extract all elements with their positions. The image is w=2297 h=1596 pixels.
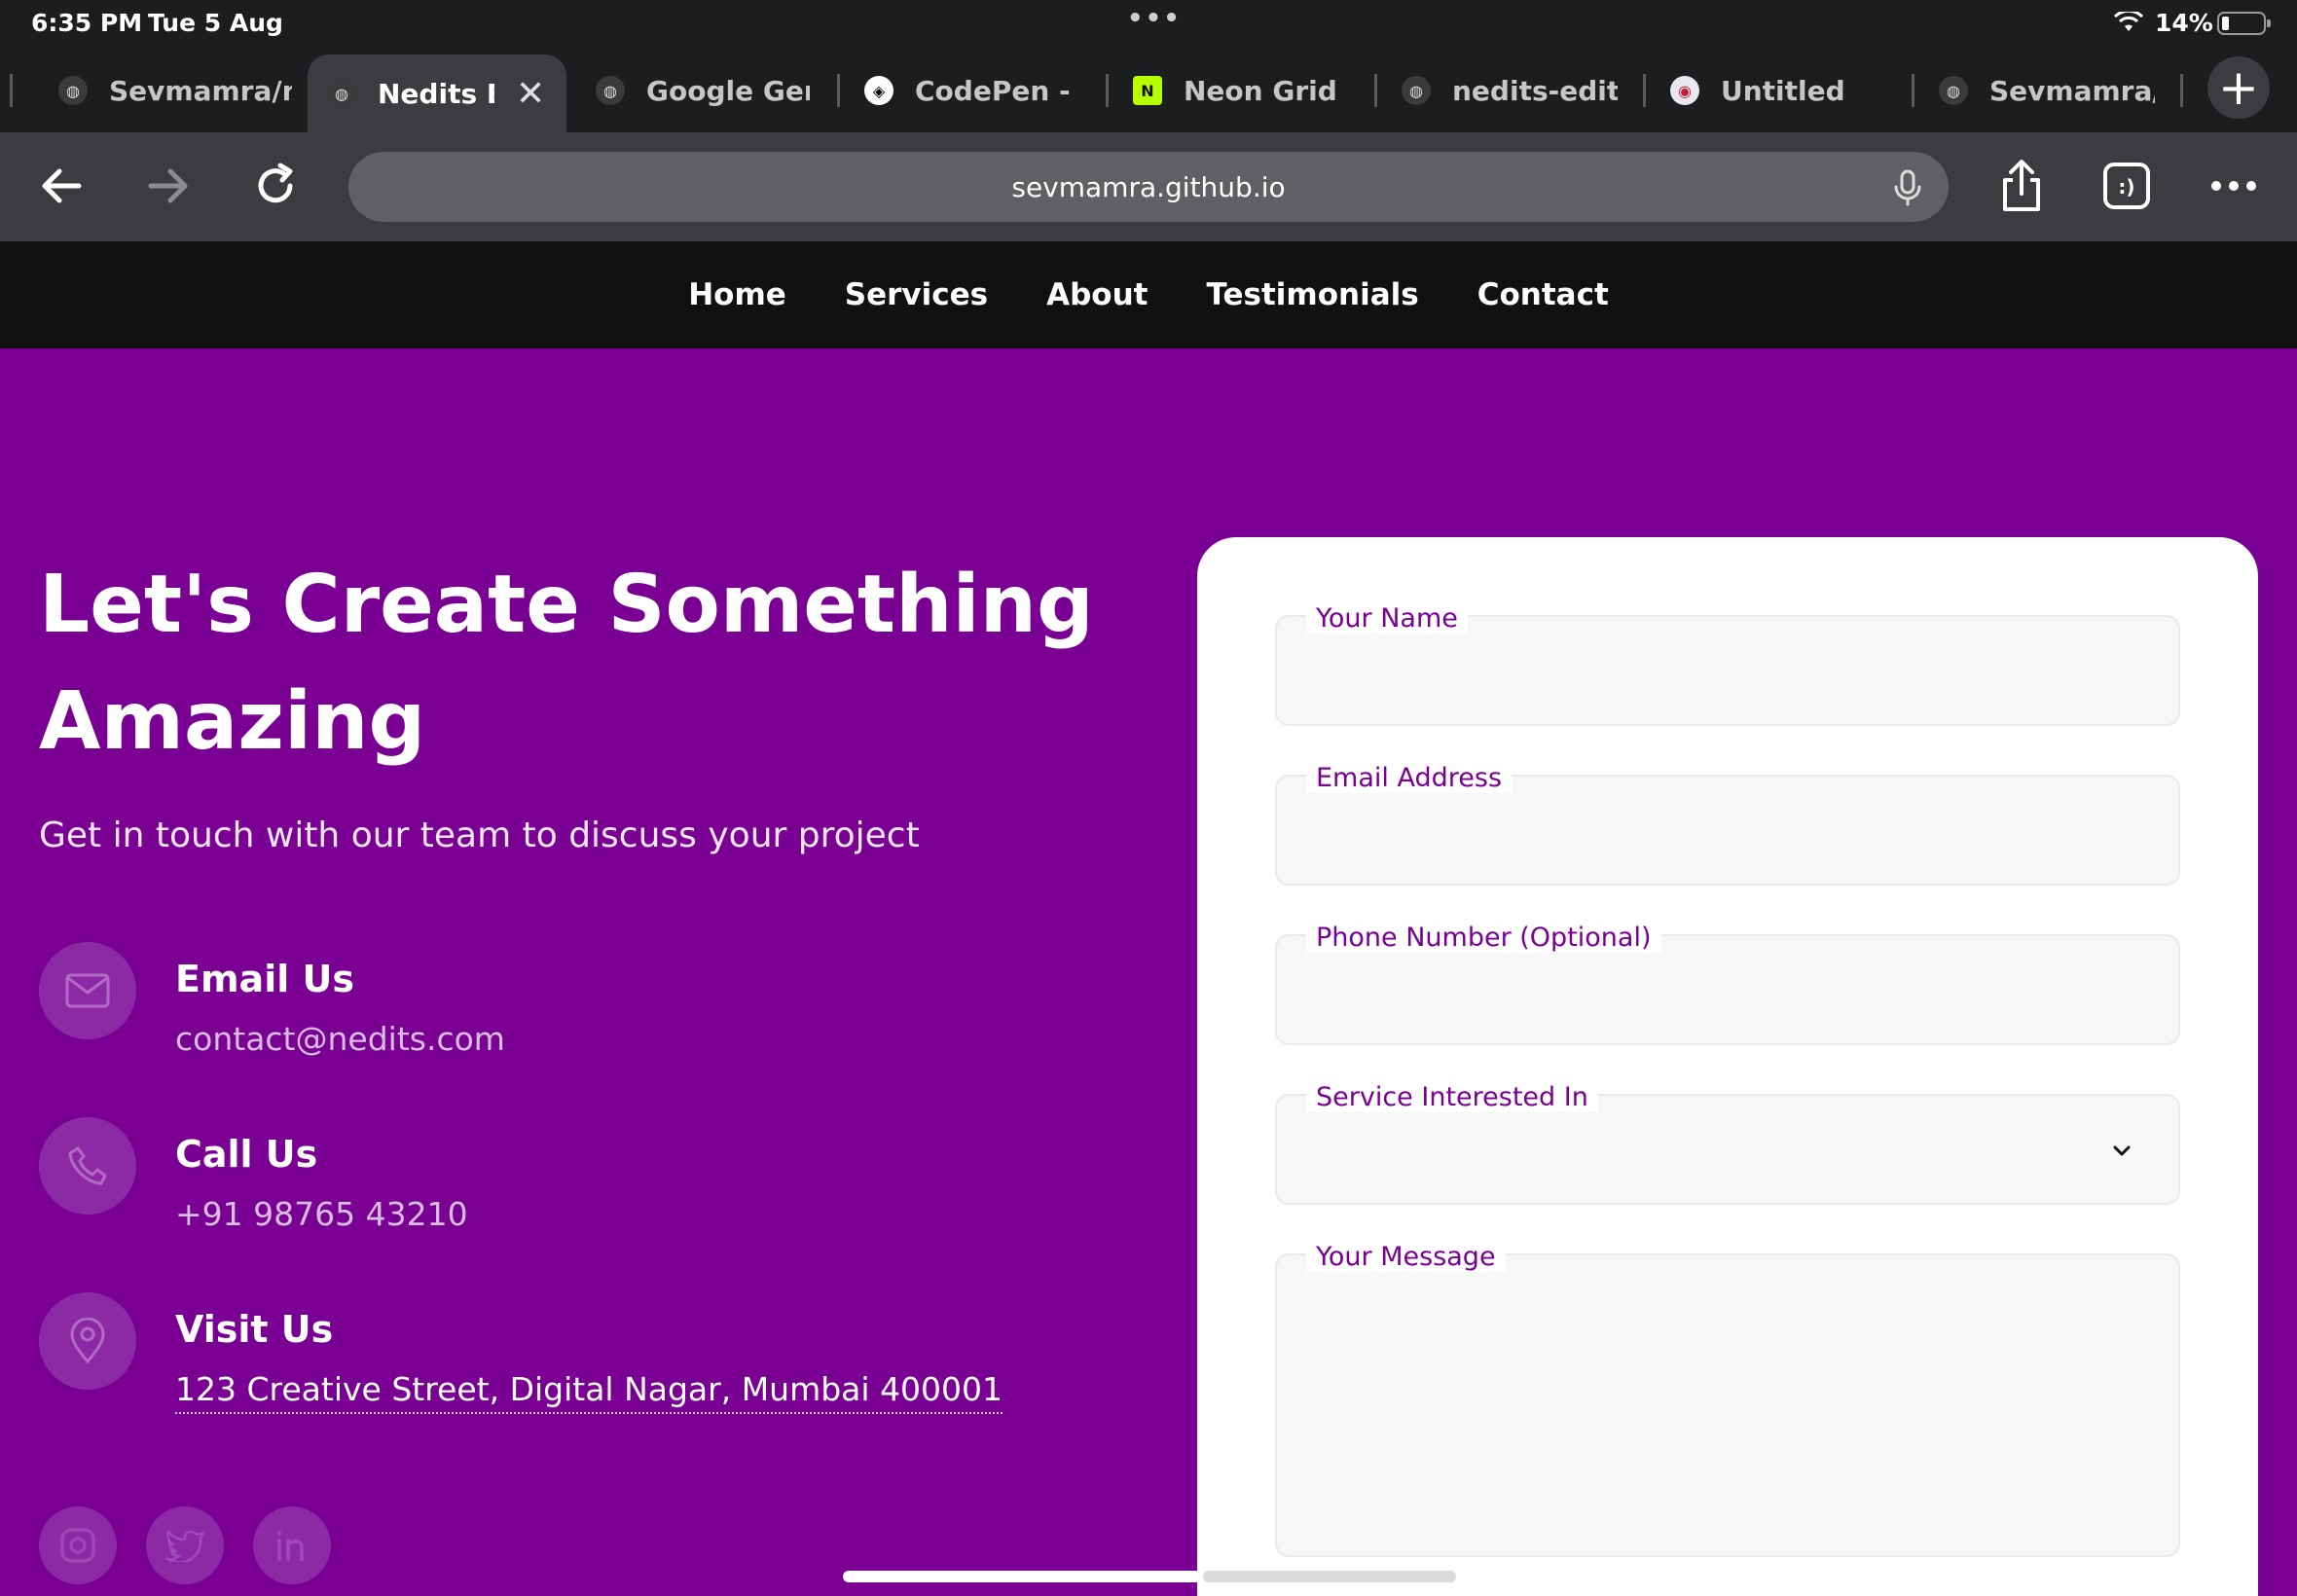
email-field[interactable]: Email Address xyxy=(1275,763,2180,886)
tab-5[interactable]: ◍ nedits-editio xyxy=(1402,54,1618,127)
globe-icon: ◍ xyxy=(596,76,625,105)
contact-form: Your Name Email Address Phone Number (Op… xyxy=(1197,537,2258,1596)
tab-label: nedits-editio xyxy=(1452,74,1618,107)
name-field[interactable]: Your Name xyxy=(1275,603,2180,726)
tab-label: Nedits E xyxy=(378,77,494,110)
address-info: Visit Us 123 Creative Street, Digital Na… xyxy=(39,1292,1110,1429)
nav-about[interactable]: About xyxy=(1046,277,1148,312)
phone-value[interactable]: +91 98765 43210 xyxy=(175,1195,468,1233)
microphone-icon[interactable] xyxy=(1886,165,1929,208)
nav-services[interactable]: Services xyxy=(845,277,988,312)
home-indicator[interactable] xyxy=(843,1571,1456,1582)
tab-3[interactable]: ◈ CodePen - A xyxy=(864,54,1078,127)
name-label: Your Name xyxy=(1306,603,1468,634)
address-title: Visit Us xyxy=(175,1308,334,1351)
forward-button[interactable] xyxy=(138,156,199,216)
tab-label: Neon Grid | E xyxy=(1184,74,1347,107)
new-tab-button[interactable]: + xyxy=(2207,56,2270,119)
address-bar-url: sevmamra.github.io xyxy=(1011,170,1286,203)
instagram-icon[interactable] xyxy=(39,1506,117,1584)
tab-separator xyxy=(837,74,840,107)
tab-separator xyxy=(2180,74,2183,107)
svg-text::): :) xyxy=(2118,175,2134,199)
nav-contact[interactable]: Contact xyxy=(1477,277,1609,312)
email-title: Email Us xyxy=(175,958,354,1000)
email-value[interactable]: contact@nedits.com xyxy=(175,1020,505,1058)
linkedin-icon[interactable] xyxy=(253,1506,331,1584)
phone-label: Phone Number (Optional) xyxy=(1306,923,1661,953)
globe-icon: ◍ xyxy=(1939,76,1968,105)
wifi-icon xyxy=(2114,12,2143,31)
tab-6[interactable]: ◉ Untitled xyxy=(1670,54,1904,127)
nav-home[interactable]: Home xyxy=(688,277,786,312)
share-button[interactable] xyxy=(1991,156,2052,216)
mail-icon xyxy=(39,942,136,1039)
codepen-icon: ◈ xyxy=(864,76,893,105)
tab-label: Sevmamra/n xyxy=(109,74,292,107)
message-label: Your Message xyxy=(1306,1242,1506,1272)
site-nav: Home Services About Testimonials Contact xyxy=(0,241,2297,348)
email-label: Email Address xyxy=(1306,763,1513,793)
chevron-down-icon xyxy=(2113,1145,2131,1156)
tab-separator xyxy=(1106,74,1109,107)
reload-icon xyxy=(258,163,293,203)
tab-separator xyxy=(1912,74,1914,107)
contact-section: Let's Create Something Amazing Get in to… xyxy=(0,348,2297,1596)
share-icon xyxy=(2003,160,2040,211)
phone-title: Call Us xyxy=(175,1133,318,1176)
tab-7[interactable]: ◍ Sevmamra/n xyxy=(1939,54,2155,127)
address-link[interactable]: 123 Creative Street, Digital Nagar, Mumb… xyxy=(175,1370,1003,1414)
phone-icon xyxy=(39,1117,136,1215)
tab-label: Google Gem xyxy=(646,74,810,107)
tab-0[interactable]: ◍ Sevmamra/n xyxy=(58,54,292,127)
battery-percent: 14% xyxy=(2155,9,2213,37)
address-bar[interactable]: sevmamra.github.io xyxy=(348,152,1949,222)
nav-testimonials[interactable]: Testimonials xyxy=(1206,277,1418,312)
tab-separator xyxy=(10,74,13,107)
reload-button[interactable] xyxy=(245,156,306,216)
shield-badge-icon: ◉ xyxy=(1670,76,1699,105)
status-date: Tue 5 Aug xyxy=(148,9,283,37)
phone-info: Call Us +91 98765 43210 xyxy=(39,1117,1110,1253)
status-time: 6:35 PM xyxy=(31,9,143,37)
arrow-left-icon xyxy=(42,168,82,203)
tab-label: Sevmamra/n xyxy=(1989,74,2155,107)
globe-icon: ◍ xyxy=(327,79,356,108)
phone-field[interactable]: Phone Number (Optional) xyxy=(1275,923,2180,1045)
twitter-icon[interactable] xyxy=(146,1506,224,1584)
tab-active[interactable]: ◍ Nedits E ✕ xyxy=(308,54,566,132)
map-pin-icon xyxy=(39,1292,136,1390)
message-textarea[interactable]: Your Message xyxy=(1275,1242,2180,1557)
tab-2[interactable]: ◍ Google Gem xyxy=(596,54,810,127)
browser-toolbar: sevmamra.github.io :) xyxy=(0,132,2297,241)
close-icon[interactable]: ✕ xyxy=(516,74,545,114)
email-info: Email Us contact@nedits.com xyxy=(39,942,1110,1078)
tab-overview-icon: :) xyxy=(2103,163,2150,209)
page-title: Let's Create Something Amazing xyxy=(39,559,1094,768)
tab-label: CodePen - A xyxy=(915,74,1078,107)
more-dots-icon xyxy=(2211,181,2256,191)
multitasking-dots-icon[interactable]: ••• xyxy=(1127,4,1182,33)
more-menu-button[interactable] xyxy=(2204,156,2264,216)
page-subtitle: Get in touch with our team to discuss yo… xyxy=(39,816,920,855)
tab-separator xyxy=(1374,74,1377,107)
service-select[interactable]: Service Interested In xyxy=(1275,1082,2180,1205)
battery-icon xyxy=(2217,12,2271,35)
tab-label: Untitled xyxy=(1721,74,1845,107)
globe-icon: ◍ xyxy=(1402,76,1431,105)
service-label: Service Interested In xyxy=(1306,1082,1598,1112)
tab-separator xyxy=(1643,74,1646,107)
back-button[interactable] xyxy=(31,156,91,216)
tab-strip: ◍ Sevmamra/n ◍ Nedits E ✕ ◍ Google Gem ◈… xyxy=(0,49,2297,132)
arrow-right-icon xyxy=(148,168,188,203)
neon-n-icon: N xyxy=(1133,76,1162,105)
tab-overview-button[interactable]: :) xyxy=(2096,156,2157,216)
tab-4[interactable]: N Neon Grid | E xyxy=(1133,54,1347,127)
globe-icon: ◍ xyxy=(58,76,88,105)
status-bar: 6:35 PM Tue 5 Aug ••• 14% xyxy=(0,0,2297,49)
